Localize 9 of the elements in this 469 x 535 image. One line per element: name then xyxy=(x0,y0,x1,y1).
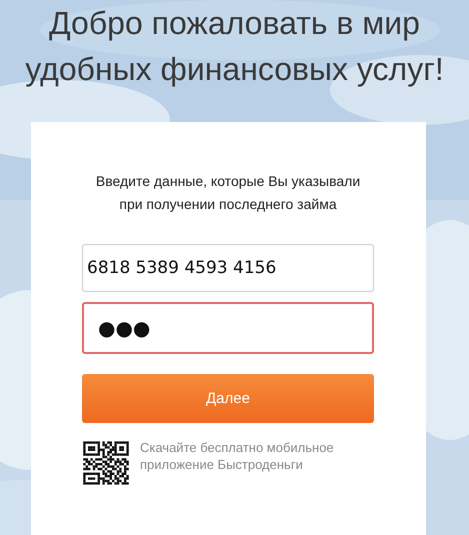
welcome-heading: Добро пожаловать в мир xyxy=(49,4,420,43)
app-promo-text: приложение Быстроденьги xyxy=(140,456,304,473)
welcome-heading: удобных финансовых услуг! xyxy=(25,50,444,89)
input-field[interactable]: ●●● xyxy=(82,302,374,354)
instruction-text: при получении последнего займа xyxy=(119,195,337,214)
app-promo-text: Скачайте бесплатно мобильное xyxy=(140,439,334,456)
qr-code-icon xyxy=(82,439,130,487)
instruction-text: Введите данные, которые Вы указывали xyxy=(96,172,360,191)
input-field[interactable]: 6818 5389 4593 4156 xyxy=(82,244,374,292)
